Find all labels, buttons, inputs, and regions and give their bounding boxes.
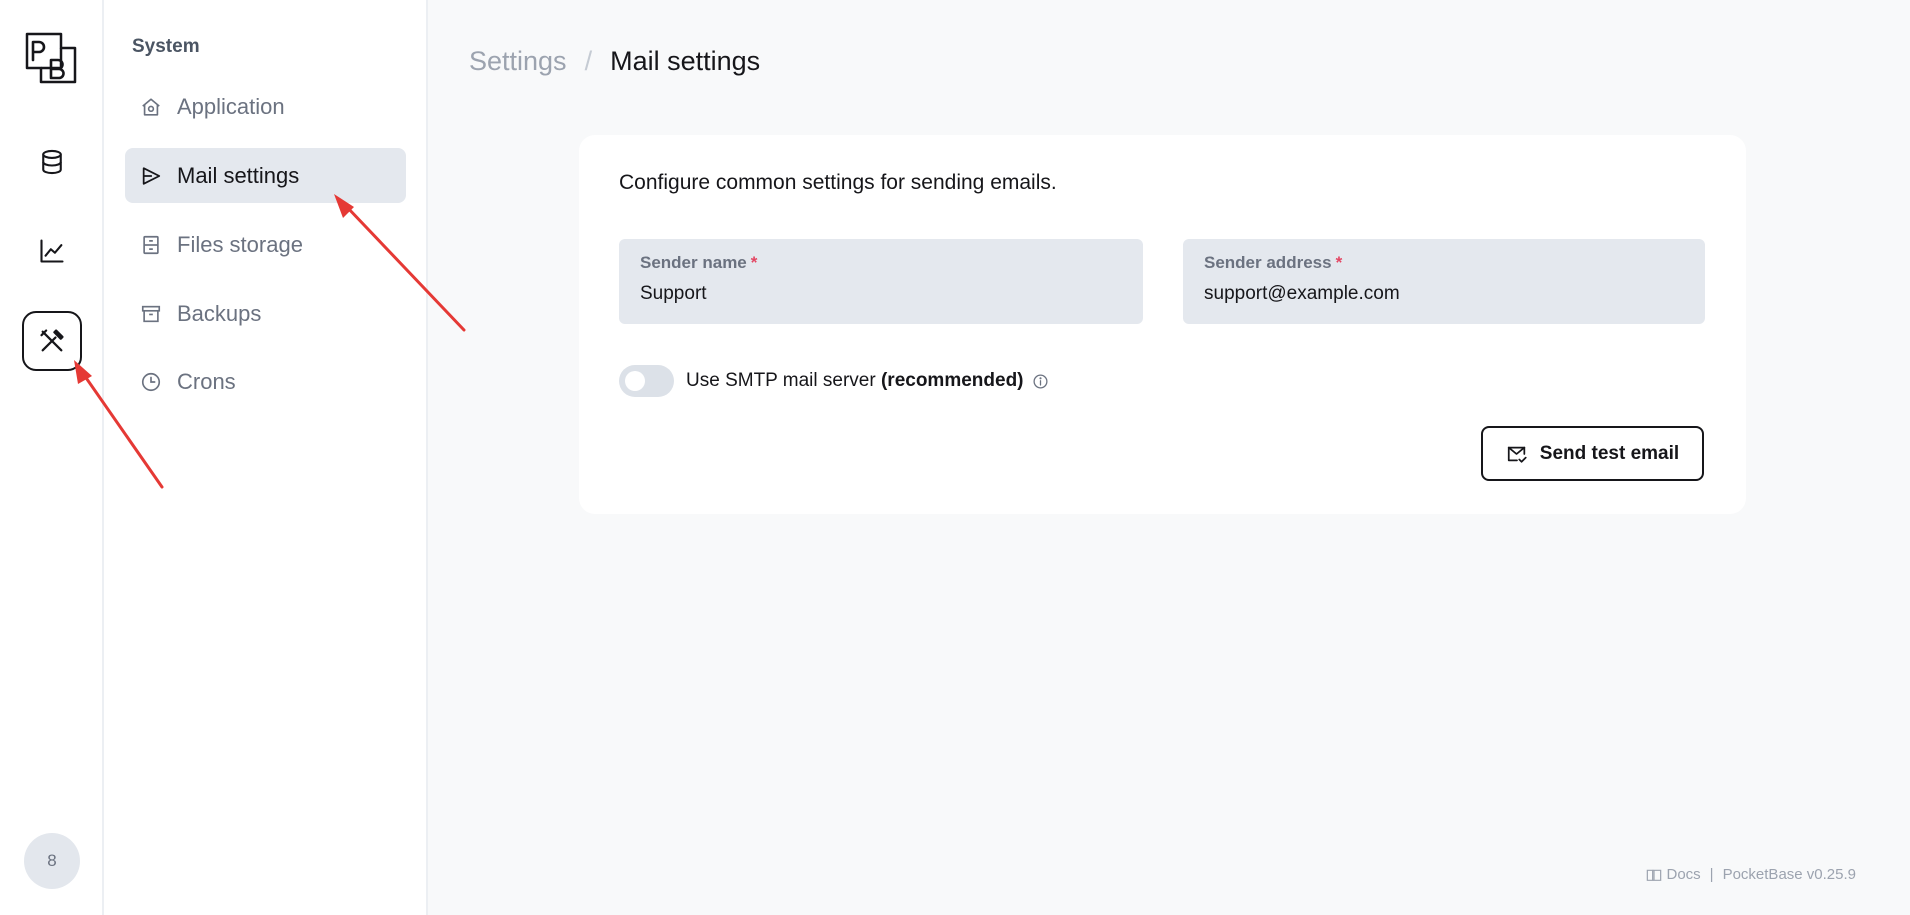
footer: Docs | PocketBase v0.25.9 xyxy=(1646,866,1856,883)
mail-settings-panel: Configure common settings for sending em… xyxy=(579,135,1746,514)
sender-name-input[interactable] xyxy=(640,283,1122,305)
sender-name-label-text: Sender name xyxy=(640,253,747,272)
page-title: Mail settings xyxy=(610,46,761,76)
settings-nav-button[interactable] xyxy=(22,311,82,371)
breadcrumb: Settings / Mail settings xyxy=(469,46,760,77)
user-avatar[interactable]: 8 xyxy=(24,833,80,889)
sidebar-item-backups[interactable]: Backups xyxy=(125,286,406,341)
sender-address-label-text: Sender address xyxy=(1204,253,1332,272)
info-icon[interactable] xyxy=(1032,373,1049,390)
version-label[interactable]: PocketBase v0.25.9 xyxy=(1723,866,1856,883)
database-icon xyxy=(42,149,62,175)
smtp-toggle-switch[interactable] xyxy=(619,365,674,397)
sender-address-input[interactable] xyxy=(1204,283,1684,305)
archive-icon xyxy=(139,302,163,326)
line-chart-icon xyxy=(40,239,64,263)
required-mark: * xyxy=(1335,253,1343,272)
sidebar-section-title: System xyxy=(132,36,200,57)
sidebar-item-label: Application xyxy=(177,93,285,119)
home-settings-icon xyxy=(139,95,163,119)
file-cabinet-icon xyxy=(139,233,163,257)
smtp-toggle-row: Use SMTP mail server (recommended) xyxy=(619,365,1049,397)
icon-rail: 8 xyxy=(0,0,104,915)
sidebar-item-crons[interactable]: Crons xyxy=(125,354,406,409)
sidebar-item-application[interactable]: Application xyxy=(125,79,406,134)
smtp-toggle-label-text: Use SMTP mail server xyxy=(686,370,876,391)
send-test-email-button[interactable]: Send test email xyxy=(1481,426,1704,481)
smtp-recommended-text: (recommended) xyxy=(880,370,1024,391)
tools-icon xyxy=(40,329,64,352)
clock-icon xyxy=(139,370,163,394)
sidebar-item-files-storage[interactable]: Files storage xyxy=(125,217,406,272)
sidebar-item-mail-settings[interactable]: Mail settings xyxy=(125,148,406,203)
mail-check-icon xyxy=(1506,443,1528,465)
book-icon xyxy=(1647,869,1662,881)
docs-label: Docs xyxy=(1666,866,1701,883)
collections-nav-button[interactable] xyxy=(22,132,82,192)
required-mark: * xyxy=(750,253,758,272)
sender-name-field[interactable]: Sender name * xyxy=(619,239,1143,324)
smtp-toggle-label[interactable]: Use SMTP mail server (recommended) xyxy=(686,370,1024,392)
sidebar-item-label: Backups xyxy=(177,300,262,326)
sender-address-field[interactable]: Sender address * xyxy=(1183,239,1705,324)
sender-name-label: Sender name * xyxy=(640,253,1122,273)
settings-sidebar: System Application Mail settings Files s… xyxy=(104,0,428,915)
breadcrumb-separator: / xyxy=(584,46,593,76)
logs-nav-button[interactable] xyxy=(22,221,82,281)
docs-link[interactable]: Docs xyxy=(1646,866,1701,883)
send-test-email-label: Send test email xyxy=(1539,442,1680,464)
panel-description: Configure common settings for sending em… xyxy=(619,171,1057,194)
send-plane-icon xyxy=(139,164,163,188)
sidebar-item-label: Files storage xyxy=(177,231,303,257)
sidebar-item-label: Crons xyxy=(177,368,236,394)
breadcrumb-parent[interactable]: Settings xyxy=(469,46,567,77)
sender-address-label: Sender address * xyxy=(1204,253,1684,273)
footer-separator: | xyxy=(1709,866,1714,883)
pocketbase-logo[interactable] xyxy=(25,32,79,84)
sidebar-item-label: Mail settings xyxy=(177,162,300,188)
avatar-text: 8 xyxy=(47,851,57,870)
